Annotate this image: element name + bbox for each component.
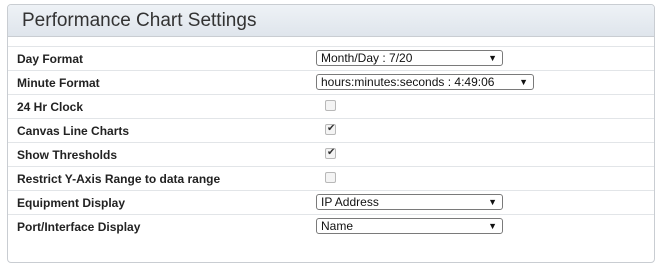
setting-row-day-format: Day Format Month/Day : 7/20 ▼ bbox=[8, 46, 654, 70]
equipment-display-select[interactable]: IP Address ▼ bbox=[316, 194, 503, 210]
panel-title: Performance Chart Settings bbox=[22, 10, 257, 31]
setting-label: 24 Hr Clock bbox=[17, 100, 84, 114]
restrict-y-axis-checkbox[interactable] bbox=[325, 172, 336, 183]
checkmark-icon: ✔ bbox=[327, 147, 336, 158]
chevron-down-icon: ▼ bbox=[488, 53, 497, 63]
select-value: IP Address bbox=[321, 195, 379, 209]
setting-row-canvas-line-charts: Canvas Line Charts ✔ bbox=[8, 118, 654, 142]
select-value: hours:minutes:seconds : 4:49:06 bbox=[321, 75, 495, 89]
canvas-line-charts-checkbox[interactable]: ✔ bbox=[325, 123, 336, 135]
minute-format-select[interactable]: hours:minutes:seconds : 4:49:06 ▼ bbox=[316, 74, 534, 90]
day-format-select[interactable]: Month/Day : 7/20 ▼ bbox=[316, 50, 503, 66]
chevron-down-icon: ▼ bbox=[488, 221, 497, 231]
setting-label: Canvas Line Charts bbox=[17, 124, 130, 138]
select-value: Month/Day : 7/20 bbox=[321, 51, 413, 65]
panel-header: Performance Chart Settings bbox=[8, 5, 654, 37]
setting-label: Day Format bbox=[17, 52, 84, 66]
setting-row-restrict-y-axis: Restrict Y-Axis Range to data range bbox=[8, 166, 654, 190]
setting-label: Minute Format bbox=[17, 76, 100, 90]
chevron-down-icon: ▼ bbox=[488, 197, 497, 207]
24hr-clock-checkbox[interactable] bbox=[325, 100, 336, 111]
show-thresholds-checkbox[interactable]: ✔ bbox=[325, 147, 336, 159]
setting-row-show-thresholds: Show Thresholds ✔ bbox=[8, 142, 654, 166]
setting-row-minute-format: Minute Format hours:minutes:seconds : 4:… bbox=[8, 70, 654, 94]
setting-row-equipment-display: Equipment Display IP Address ▼ bbox=[8, 190, 654, 214]
setting-label: Show Thresholds bbox=[17, 148, 118, 162]
setting-label: Restrict Y-Axis Range to data range bbox=[17, 172, 221, 186]
setting-row-24hr-clock: 24 Hr Clock bbox=[8, 94, 654, 118]
settings-panel: Performance Chart Settings Day Format Mo… bbox=[7, 4, 655, 263]
setting-row-port-interface-display: Port/Interface Display Name ▼ bbox=[8, 214, 654, 238]
setting-label: Port/Interface Display bbox=[17, 220, 141, 234]
setting-label: Equipment Display bbox=[17, 196, 126, 210]
checkmark-icon: ✔ bbox=[327, 123, 336, 134]
chevron-down-icon: ▼ bbox=[519, 77, 528, 87]
port-interface-display-select[interactable]: Name ▼ bbox=[316, 218, 503, 234]
select-value: Name bbox=[321, 219, 354, 233]
